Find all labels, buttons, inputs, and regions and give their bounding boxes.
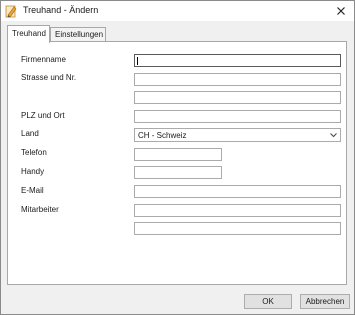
cancel-button[interactable]: Abbrechen [300,294,350,309]
dialog-window: Treuhand - Ändern Treuhand Einstellungen… [0,0,355,315]
plz-ort-field[interactable] [134,110,341,123]
email-label: E-Mail [21,186,44,195]
mitarbeiter-field-2[interactable] [134,222,341,235]
land-select[interactable]: CH - Schweiz [134,128,341,142]
firmenname-label: Firmenname [21,55,66,64]
strasse-field[interactable] [134,73,341,86]
tab-einstellungen[interactable]: Einstellungen [50,27,106,41]
land-selected-value: CH - Schweiz [138,131,187,140]
strasse-field-2[interactable] [134,91,341,104]
telefon-label: Telefon [21,148,47,157]
strasse-label: Strasse und Nr. [21,73,77,82]
land-label: Land [21,129,39,138]
email-field[interactable] [134,185,341,198]
pencil-edit-icon [5,5,17,18]
text-caret [137,57,138,65]
handy-label: Handy [21,167,45,176]
handy-field[interactable] [134,166,222,179]
window-title: Treuhand - Ändern [23,5,99,15]
firmenname-field[interactable] [134,54,341,67]
mitarbeiter-label: Mitarbeiter [21,205,59,214]
telefon-field[interactable] [134,148,222,161]
title-bar[interactable]: Treuhand - Ändern [1,1,354,21]
chevron-down-icon [330,133,337,138]
tab-treuhand[interactable]: Treuhand [7,25,50,43]
ok-button[interactable]: OK [244,294,292,309]
mitarbeiter-field[interactable] [134,204,341,217]
close-icon[interactable] [334,4,348,18]
plz-ort-label: PLZ und Ort [21,111,65,120]
tab-panel-treuhand: Firmenname Strasse und Nr. PLZ und Ort L… [7,41,347,285]
